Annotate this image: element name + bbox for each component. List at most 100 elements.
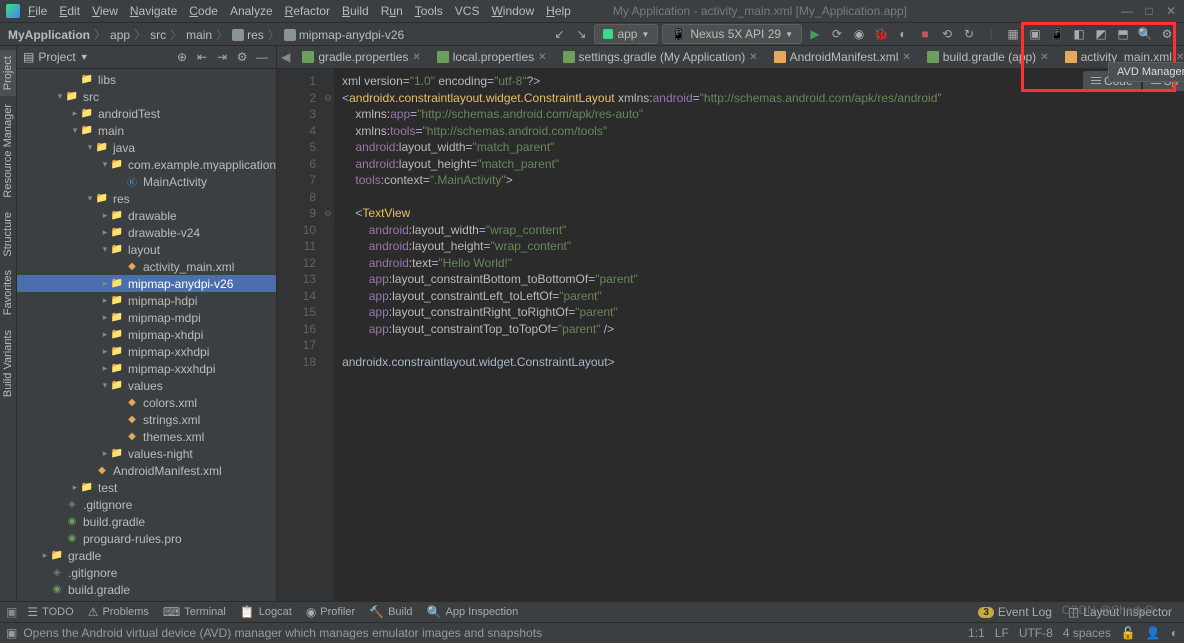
tree-item-java[interactable]: ▾📁java [17, 139, 276, 156]
project-dropdown-icon[interactable]: ▤ [23, 50, 34, 64]
tree-item--gitignore[interactable]: ◈.gitignore [17, 564, 276, 581]
attach-icon[interactable]: 🐞 [872, 25, 890, 43]
breadcrumb-1[interactable]: app [110, 28, 130, 42]
tree-item-build-gradle[interactable]: ◉build.gradle [17, 581, 276, 598]
tree-arrow-icon[interactable]: ▸ [100, 448, 110, 459]
scroll-from-source-icon[interactable]: ⊕ [174, 50, 190, 64]
cursor-position[interactable]: 1:1 [968, 626, 985, 640]
tree-arrow-icon[interactable]: ▸ [100, 346, 110, 357]
tree-item-mipmap-anydpi-v26[interactable]: ▸📁mipmap-anydpi-v26 [17, 275, 276, 292]
ltool-favorites[interactable]: Favorites [0, 264, 16, 321]
resource-manager-icon[interactable]: ◧ [1070, 25, 1088, 43]
coverage-icon[interactable]: ◐ [894, 25, 912, 43]
menu-build[interactable]: Build [342, 4, 369, 18]
tree-arrow-icon[interactable]: ▸ [40, 550, 50, 561]
tree-item-mipmap-xxxhdpi[interactable]: ▸📁mipmap-xxxhdpi [17, 360, 276, 377]
source-text[interactable]: xml version="1.0" encoding="utf-8"?> <an… [334, 69, 1184, 601]
menu-code[interactable]: Code [189, 4, 218, 18]
code-editor[interactable]: 123456789101112131415161718 ⊖⊖ xml versi… [277, 69, 1184, 601]
bottom-tab-app-inspection[interactable]: 🔍 App Inspection [421, 603, 525, 621]
tab-scroll-left-icon[interactable]: ◀ [277, 50, 294, 64]
tree-item--gitignore[interactable]: ◈.gitignore [17, 496, 276, 513]
menu-navigate[interactable]: Navigate [130, 4, 177, 18]
close-icon[interactable]: ✕ [1164, 4, 1178, 18]
indent-info[interactable]: 4 spaces [1063, 626, 1111, 640]
chevron-down-icon[interactable]: ▼ [80, 52, 89, 62]
breadcrumb-2[interactable]: src [150, 28, 166, 42]
tree-item-colors-xml[interactable]: ◆colors.xml [17, 394, 276, 411]
editor-tab-build-gradle-app-[interactable]: build.gradle (app)✕ [919, 46, 1057, 68]
menu-refactor[interactable]: Refactor [285, 4, 330, 18]
tree-item-androidmanifest-xml[interactable]: ◆AndroidManifest.xml [17, 462, 276, 479]
project-tree[interactable]: 📁libs▾📁src▸📁androidTest▾📁main▾📁java▾📁com… [17, 69, 276, 601]
gear-icon[interactable]: ⚙ [234, 50, 250, 64]
menu-analyze[interactable]: Analyze [230, 4, 273, 18]
sync-icon[interactable]: ↙ [550, 25, 568, 43]
tree-arrow-icon[interactable]: ▾ [100, 159, 110, 170]
tree-arrow-icon[interactable]: ▸ [70, 108, 80, 119]
tab-close-icon[interactable]: ✕ [412, 52, 420, 63]
file-encoding[interactable]: UTF-8 [1019, 626, 1053, 640]
inspect-icon[interactable]: 👤 [1146, 626, 1161, 640]
gradle-icon[interactable]: ⬒ [1114, 25, 1132, 43]
breadcrumb-0[interactable]: MyApplication [8, 28, 90, 42]
editor-tab-androidmanifest-xml[interactable]: AndroidManifest.xml✕ [766, 46, 919, 68]
tree-item-values-night[interactable]: ▸📁values-night [17, 445, 276, 462]
sdk-manager-icon[interactable]: ▣ [1026, 25, 1044, 43]
run-icon[interactable]: ▶ [806, 25, 824, 43]
tree-item-mipmap-hdpi[interactable]: ▸📁mipmap-hdpi [17, 292, 276, 309]
minimize-icon[interactable]: — [1120, 4, 1134, 18]
menu-view[interactable]: View [92, 4, 118, 18]
editor-tab-gradle-properties[interactable]: gradle.properties✕ [294, 46, 428, 68]
editor-tab-settings-gradle-my-application-[interactable]: settings.gradle (My Application)✕ [555, 46, 766, 68]
menu-vcs[interactable]: VCS [455, 4, 480, 18]
tree-item-activity_main-xml[interactable]: ◆activity_main.xml [17, 258, 276, 275]
tree-arrow-icon[interactable]: ▾ [55, 91, 65, 102]
tree-item-themes-xml[interactable]: ◆themes.xml [17, 428, 276, 445]
tree-item-main[interactable]: ▾📁main [17, 122, 276, 139]
bottom-tab-todo[interactable]: ☰ TODO [21, 603, 79, 621]
fold-gutter[interactable]: ⊖⊖ [322, 69, 334, 601]
collapse-icon[interactable]: ⇤ [194, 50, 210, 64]
tab-close-icon[interactable]: ✕ [538, 52, 546, 63]
bottom-toggle-icon[interactable]: ▣ [6, 605, 17, 619]
tree-item-drawable-v24[interactable]: ▸📁drawable-v24 [17, 224, 276, 241]
menu-tools[interactable]: Tools [415, 4, 443, 18]
ltool-build-variants[interactable]: Build Variants [0, 324, 16, 403]
profile-icon[interactable]: ◉ [850, 25, 868, 43]
search-icon[interactable]: 🔍 [1136, 25, 1154, 43]
tab-close-icon[interactable]: ✕ [1176, 52, 1184, 63]
menu-run[interactable]: Run [381, 4, 403, 18]
editor-tab-local-properties[interactable]: local.properties✕ [429, 46, 555, 68]
tree-arrow-icon[interactable]: ▸ [100, 278, 110, 289]
tree-item-mipmap-xxhdpi[interactable]: ▸📁mipmap-xxhdpi [17, 343, 276, 360]
tree-arrow-icon[interactable]: ▸ [100, 295, 110, 306]
bottom-tab-profiler[interactable]: ◉ Profiler [300, 603, 361, 621]
event-log-tab[interactable]: 3 Event Log [972, 603, 1058, 621]
menu-file[interactable]: File [28, 4, 47, 18]
settings-icon[interactable]: ⚙ [1158, 25, 1176, 43]
expand-icon[interactable]: ⇥ [214, 50, 230, 64]
menu-edit[interactable]: Edit [59, 4, 80, 18]
tree-item-mipmap-mdpi[interactable]: ▸📁mipmap-mdpi [17, 309, 276, 326]
tab-close-icon[interactable]: ✕ [902, 52, 910, 63]
sync-arrow-icon[interactable]: ↘ [572, 25, 590, 43]
tree-item-strings-xml[interactable]: ◆strings.xml [17, 411, 276, 428]
tree-item-androidtest[interactable]: ▸📁androidTest [17, 105, 276, 122]
status-icon[interactable]: ▣ [6, 626, 17, 640]
bottom-tab-logcat[interactable]: 📋 Logcat [234, 603, 298, 621]
tree-item-gradle[interactable]: ▸📁gradle [17, 547, 276, 564]
tree-item-mipmap-xhdpi[interactable]: ▸📁mipmap-xhdpi [17, 326, 276, 343]
tree-arrow-icon[interactable]: ▾ [100, 244, 110, 255]
more-run-icon[interactable]: ⟲ [938, 25, 956, 43]
tree-item-layout[interactable]: ▾📁layout [17, 241, 276, 258]
ltool-project[interactable]: Project [0, 50, 16, 96]
tree-arrow-icon[interactable]: ▸ [100, 363, 110, 374]
stop-icon[interactable]: ■ [916, 25, 934, 43]
tree-item-libs[interactable]: 📁libs [17, 71, 276, 88]
tree-item-mainactivity[interactable]: ⓀMainActivity [17, 173, 276, 190]
tree-item-proguard-rules-pro[interactable]: ◉proguard-rules.pro [17, 530, 276, 547]
tree-arrow-icon[interactable]: ▾ [100, 380, 110, 391]
ltool-structure[interactable]: Structure [0, 206, 16, 263]
menu-help[interactable]: Help [546, 4, 571, 18]
